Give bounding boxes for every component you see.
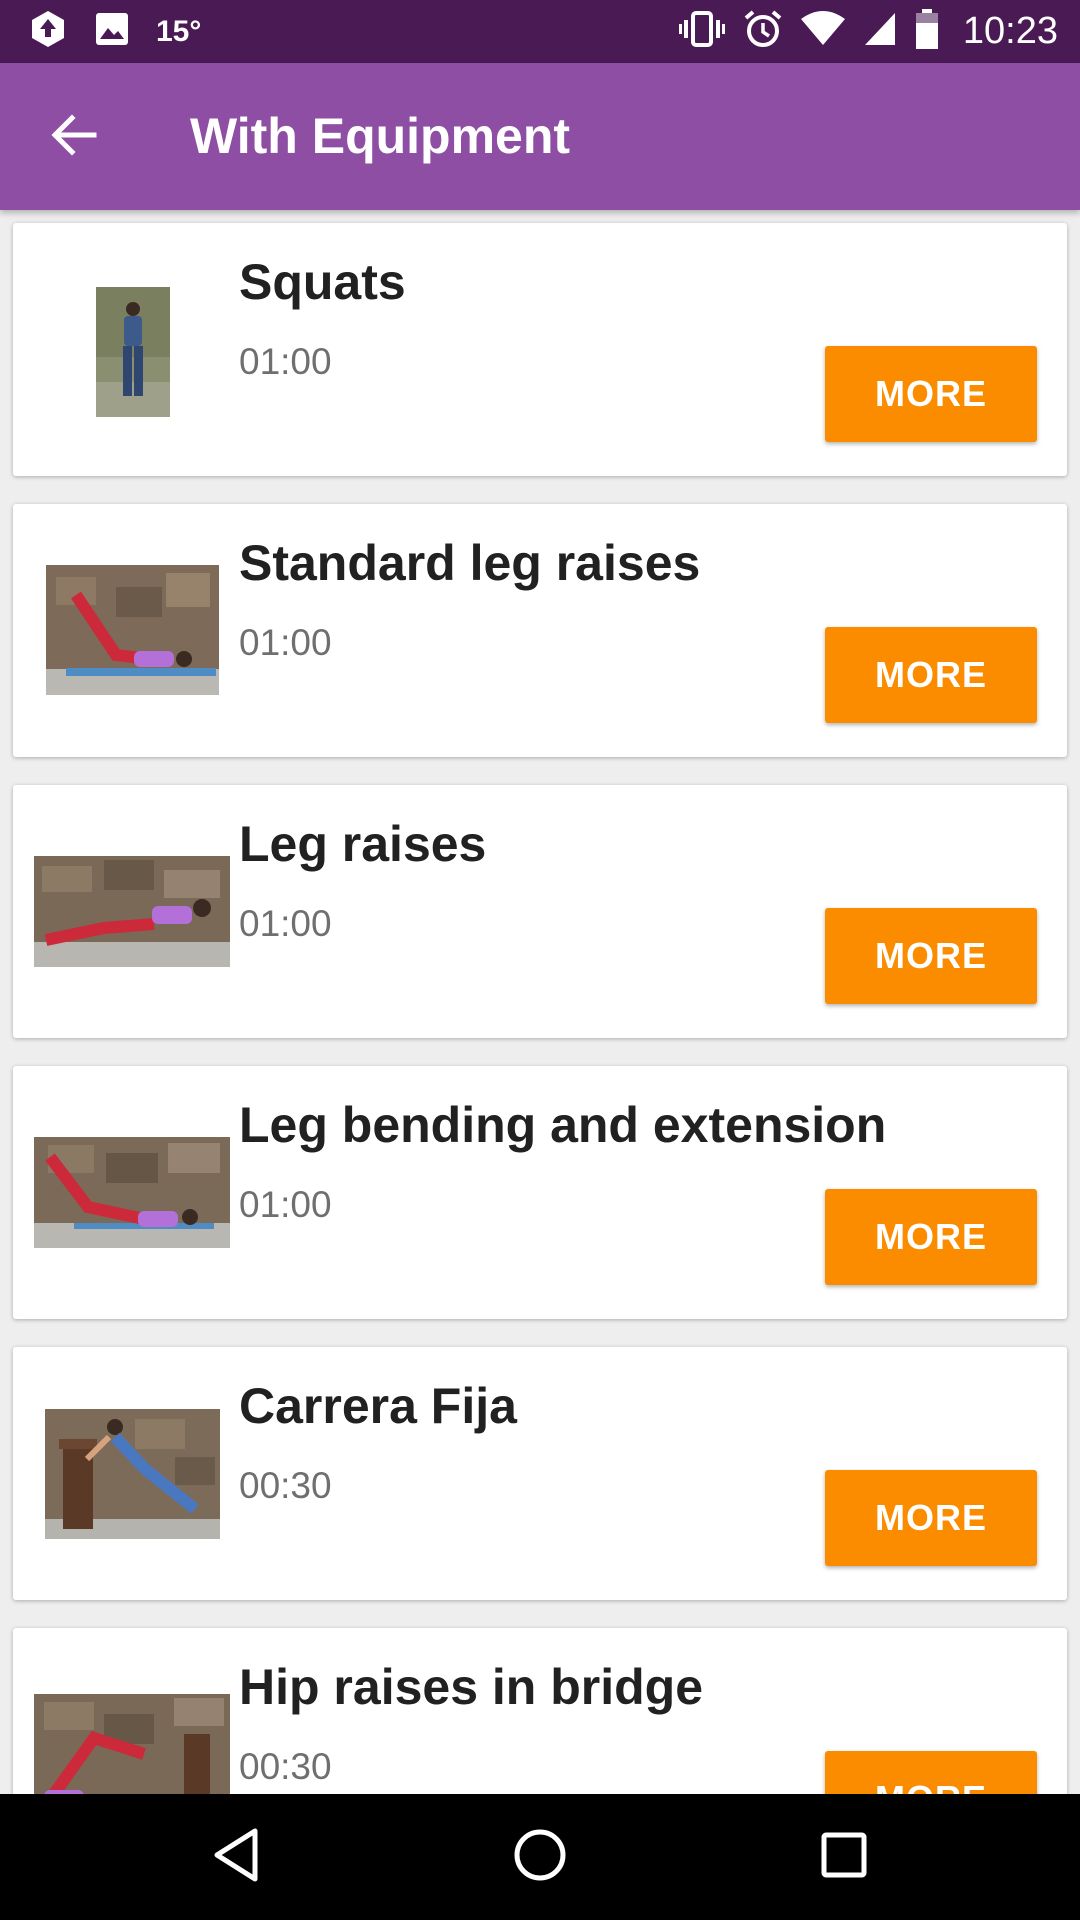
nav-recents-button[interactable] <box>804 1817 884 1897</box>
battery-icon <box>915 9 939 54</box>
more-button[interactable]: MORE <box>825 346 1037 442</box>
more-button[interactable]: MORE <box>825 627 1037 723</box>
exercise-thumbnail <box>34 1694 230 1794</box>
exercise-list[interactable]: Squats 01:00 MORE Standard leg raises 01… <box>0 210 1080 1794</box>
exercise-card[interactable]: Leg raises 01:00 MORE <box>13 785 1067 1038</box>
arrow-back-icon <box>50 111 98 164</box>
back-triangle-icon <box>211 1827 261 1888</box>
exercise-name: Carrera Fija <box>239 1378 517 1434</box>
more-button[interactable]: MORE <box>825 1751 1037 1794</box>
exercise-duration: 00:30 <box>239 1465 332 1506</box>
home-circle-icon <box>512 1827 568 1888</box>
exercise-card[interactable]: Carrera Fija 00:30 MORE <box>13 1347 1067 1600</box>
exercise-duration: 01:00 <box>239 903 332 944</box>
exercise-card[interactable]: Leg bending and extension 01:00 MORE <box>13 1066 1067 1319</box>
exercise-thumbnail <box>45 1409 220 1539</box>
exercise-card[interactable]: Standard leg raises 01:00 MORE <box>13 504 1067 757</box>
page-title: With Equipment <box>190 108 571 164</box>
exercise-duration: 01:00 <box>239 1184 332 1225</box>
recents-square-icon <box>819 1830 869 1885</box>
status-bar: 15° 10:23 <box>0 0 1080 63</box>
vibrate-icon <box>678 11 725 52</box>
exercise-name: Standard leg raises <box>239 535 701 591</box>
exercise-thumbnail <box>96 287 170 417</box>
back-button[interactable] <box>40 103 108 171</box>
more-button[interactable]: MORE <box>825 1189 1037 1285</box>
image-icon <box>94 11 130 52</box>
exercise-duration: 00:30 <box>239 1746 332 1787</box>
exercise-thumbnail <box>46 565 219 695</box>
exercise-duration: 01:00 <box>239 341 332 382</box>
nav-home-button[interactable] <box>500 1817 580 1897</box>
navigation-bar <box>0 1794 1080 1920</box>
exercise-duration: 01:00 <box>239 622 332 663</box>
alarm-icon <box>743 9 783 54</box>
temperature-text: 15° <box>156 14 202 48</box>
more-button[interactable]: MORE <box>825 1470 1037 1566</box>
exercise-name: Leg bending and extension <box>239 1097 887 1153</box>
exercise-thumbnail <box>34 1137 230 1248</box>
exercise-name: Hip raises in bridge <box>239 1659 704 1715</box>
exercise-card[interactable]: Hip raises in bridge 00:30 MORE <box>13 1628 1067 1794</box>
more-button[interactable]: MORE <box>825 908 1037 1004</box>
wifi-icon <box>800 11 845 52</box>
exercise-thumbnail <box>34 856 230 967</box>
exercise-name: Leg raises <box>239 816 487 872</box>
signal-icon <box>863 11 897 52</box>
app-bar: With Equipment <box>0 63 1080 210</box>
nav-back-button[interactable] <box>196 1817 276 1897</box>
upload-icon <box>28 9 68 54</box>
exercise-name: Squats <box>239 254 406 310</box>
exercise-card[interactable]: Squats 01:00 MORE <box>13 223 1067 476</box>
clock-time: 10:23 <box>962 10 1058 52</box>
